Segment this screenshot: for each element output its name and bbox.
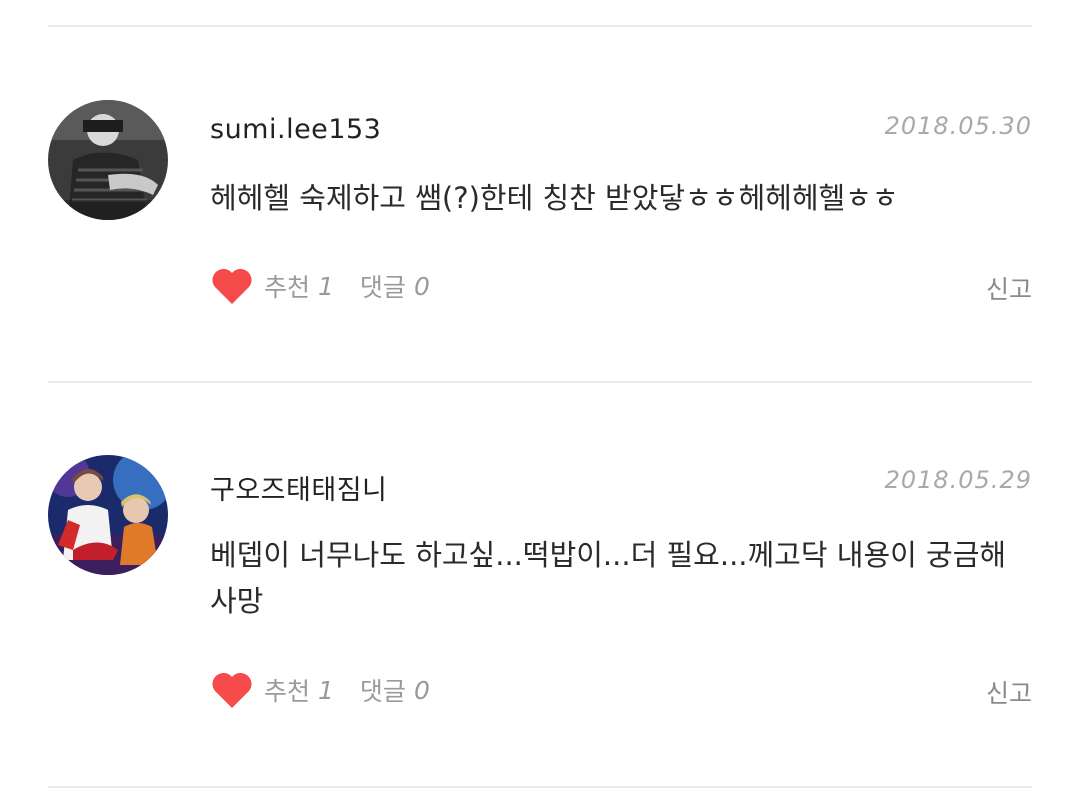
heart-icon[interactable] — [210, 670, 254, 710]
avatar[interactable] — [48, 100, 168, 220]
comment-text: 베뎁이 너무나도 하고싶...떡밥이...더 필요...께고닥 내용이 궁금해사… — [210, 538, 1007, 618]
like-count: 1 — [318, 271, 334, 301]
like-label[interactable]: 추천 — [264, 268, 310, 304]
comment-date: 2018.05.30 — [884, 112, 1032, 140]
divider-middle — [48, 381, 1032, 383]
reply-count: 0 — [413, 675, 430, 705]
reply-label[interactable]: 댓글 — [360, 672, 406, 708]
avatar[interactable] — [48, 455, 168, 575]
comment-text: 헤헤헬 숙제하고 쌤(?)한테 칭찬 받았닿ㅎㅎ헤헤헤헬ㅎㅎ — [210, 181, 899, 215]
reply-label[interactable]: 댓글 — [360, 268, 406, 304]
report-button[interactable]: 신고 — [986, 270, 1032, 306]
username[interactable]: 구오즈태태짐니 — [210, 468, 387, 507]
heart-icon[interactable] — [210, 266, 254, 306]
like-count: 1 — [318, 675, 334, 705]
report-button[interactable]: 신고 — [986, 674, 1032, 710]
comment-date: 2018.05.29 — [884, 466, 1032, 494]
avatar-photo — [48, 100, 168, 220]
divider-bottom — [48, 786, 1032, 788]
comment-actions: 추천 1 댓글 0 — [210, 668, 430, 712]
comment-actions: 추천 1 댓글 0 — [210, 264, 430, 308]
avatar-photo — [48, 455, 168, 575]
like-label[interactable]: 추천 — [264, 672, 310, 708]
username[interactable]: sumi.lee153 — [210, 114, 381, 145]
divider-top — [48, 25, 1032, 27]
reply-count: 0 — [413, 271, 430, 301]
